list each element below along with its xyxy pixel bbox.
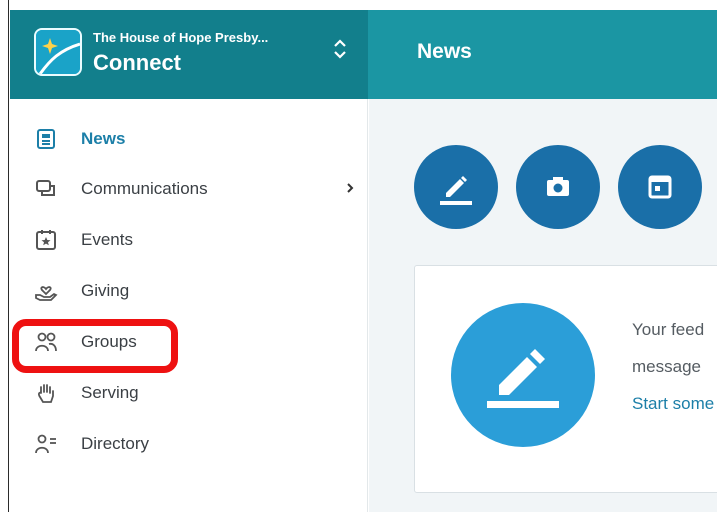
chevron-right-icon[interactable]	[344, 179, 356, 197]
app-name[interactable]: Connect	[93, 50, 181, 76]
news-icon	[34, 127, 58, 151]
hand-heart-icon	[34, 279, 58, 303]
app-logo-icon	[34, 28, 82, 76]
sidebar-item-label: Directory	[81, 434, 150, 453]
annotation-highlight	[12, 319, 178, 373]
sidebar-item-label: Communications	[81, 179, 208, 198]
pencil-icon	[440, 176, 472, 205]
sidebar: News Communications Events Giving Groups…	[10, 99, 368, 512]
sidebar-item-giving[interactable]: Giving	[34, 276, 354, 306]
calendar-icon	[648, 175, 672, 199]
window-top	[9, 0, 717, 10]
sidebar-item-events[interactable]: Events	[34, 225, 354, 255]
sidebar-item-label: Serving	[81, 383, 139, 402]
new-event-button[interactable]	[618, 145, 702, 229]
app-window: The House of Hope Presby... Connect News…	[0, 0, 717, 512]
empty-feed-pencil-icon	[451, 303, 595, 447]
start-post-link[interactable]: Start some	[632, 394, 714, 414]
sidebar-item-communications[interactable]: Communications	[34, 174, 354, 204]
raised-hand-icon	[34, 381, 58, 405]
org-name[interactable]: The House of Hope Presby...	[93, 30, 333, 45]
sidebar-item-label: Giving	[81, 281, 130, 300]
sidebar-item-label: News	[81, 129, 126, 148]
empty-feed-text: Your feed	[632, 320, 705, 339]
sidebar-item-label: Events	[81, 230, 133, 249]
sidebar-item-news[interactable]: News	[34, 124, 354, 154]
chat-icon	[34, 177, 58, 201]
new-photo-button[interactable]	[516, 145, 600, 229]
calendar-star-icon	[34, 228, 58, 252]
switch-org-icon[interactable]	[331, 37, 349, 61]
sidebar-item-serving[interactable]: Serving	[34, 378, 354, 408]
camera-icon	[547, 177, 569, 196]
person-list-icon	[34, 432, 58, 456]
empty-feed-text: message	[632, 357, 701, 376]
sidebar-item-directory[interactable]: Directory	[34, 429, 354, 459]
window-edge	[0, 0, 9, 512]
page-title: News	[417, 40, 472, 63]
new-post-button[interactable]	[414, 145, 498, 229]
